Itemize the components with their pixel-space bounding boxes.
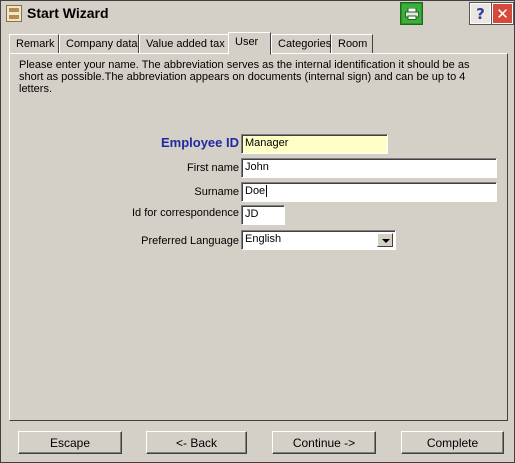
start-wizard-window: Start Wizard ? ✕ Remark Company data Val… [0, 0, 515, 463]
complete-button[interactable]: Complete [401, 431, 504, 454]
surname-field[interactable]: Doe [241, 182, 497, 202]
first-name-label: First name [187, 162, 239, 174]
employee-id-label: Employee ID [160, 135, 239, 150]
print-button[interactable] [400, 2, 423, 25]
app-icon [6, 5, 22, 22]
printer-icon [404, 7, 419, 20]
preferred-language-select[interactable]: English [241, 230, 396, 250]
surname-label: Surname [194, 186, 239, 198]
back-button[interactable]: <- Back [146, 431, 247, 454]
preferred-language-label: Preferred Language [141, 235, 239, 247]
close-button[interactable]: ✕ [491, 2, 514, 25]
tab-remark[interactable]: Remark [9, 34, 59, 54]
employee-id-value: Manager [245, 137, 289, 149]
close-icon: ✕ [496, 4, 509, 23]
window-title: Start Wizard [27, 5, 109, 21]
intro-text: Please enter your name. The abbreviation… [19, 59, 470, 95]
tab-user[interactable]: User [228, 32, 271, 55]
user-tab-panel: Please enter your name. The abbreviation… [9, 53, 508, 421]
correspondence-id-label: Id for correspondence [131, 207, 239, 219]
tab-value-added-tax[interactable]: Value added tax [139, 34, 229, 54]
tab-categories[interactable]: Categories [271, 34, 331, 54]
tab-company-data[interactable]: Company data [59, 34, 139, 54]
text-caret [266, 185, 268, 198]
surname-value: Doe [245, 185, 266, 197]
employee-id-field[interactable]: Manager [241, 134, 388, 154]
correspondence-id-field[interactable]: JD [241, 205, 285, 225]
continue-button[interactable]: Continue -> [272, 431, 376, 454]
first-name-field[interactable]: John [241, 158, 497, 178]
title-bar: Start Wizard ? ✕ [1, 1, 514, 27]
preferred-language-value: English [245, 233, 282, 245]
first-name-value: John [245, 161, 269, 173]
help-button[interactable]: ? [469, 2, 492, 25]
chevron-down-icon[interactable] [377, 233, 393, 247]
help-icon: ? [476, 4, 485, 23]
tab-room[interactable]: Room [331, 34, 373, 54]
correspondence-id-value: JD [245, 208, 259, 220]
escape-button[interactable]: Escape [18, 431, 122, 454]
